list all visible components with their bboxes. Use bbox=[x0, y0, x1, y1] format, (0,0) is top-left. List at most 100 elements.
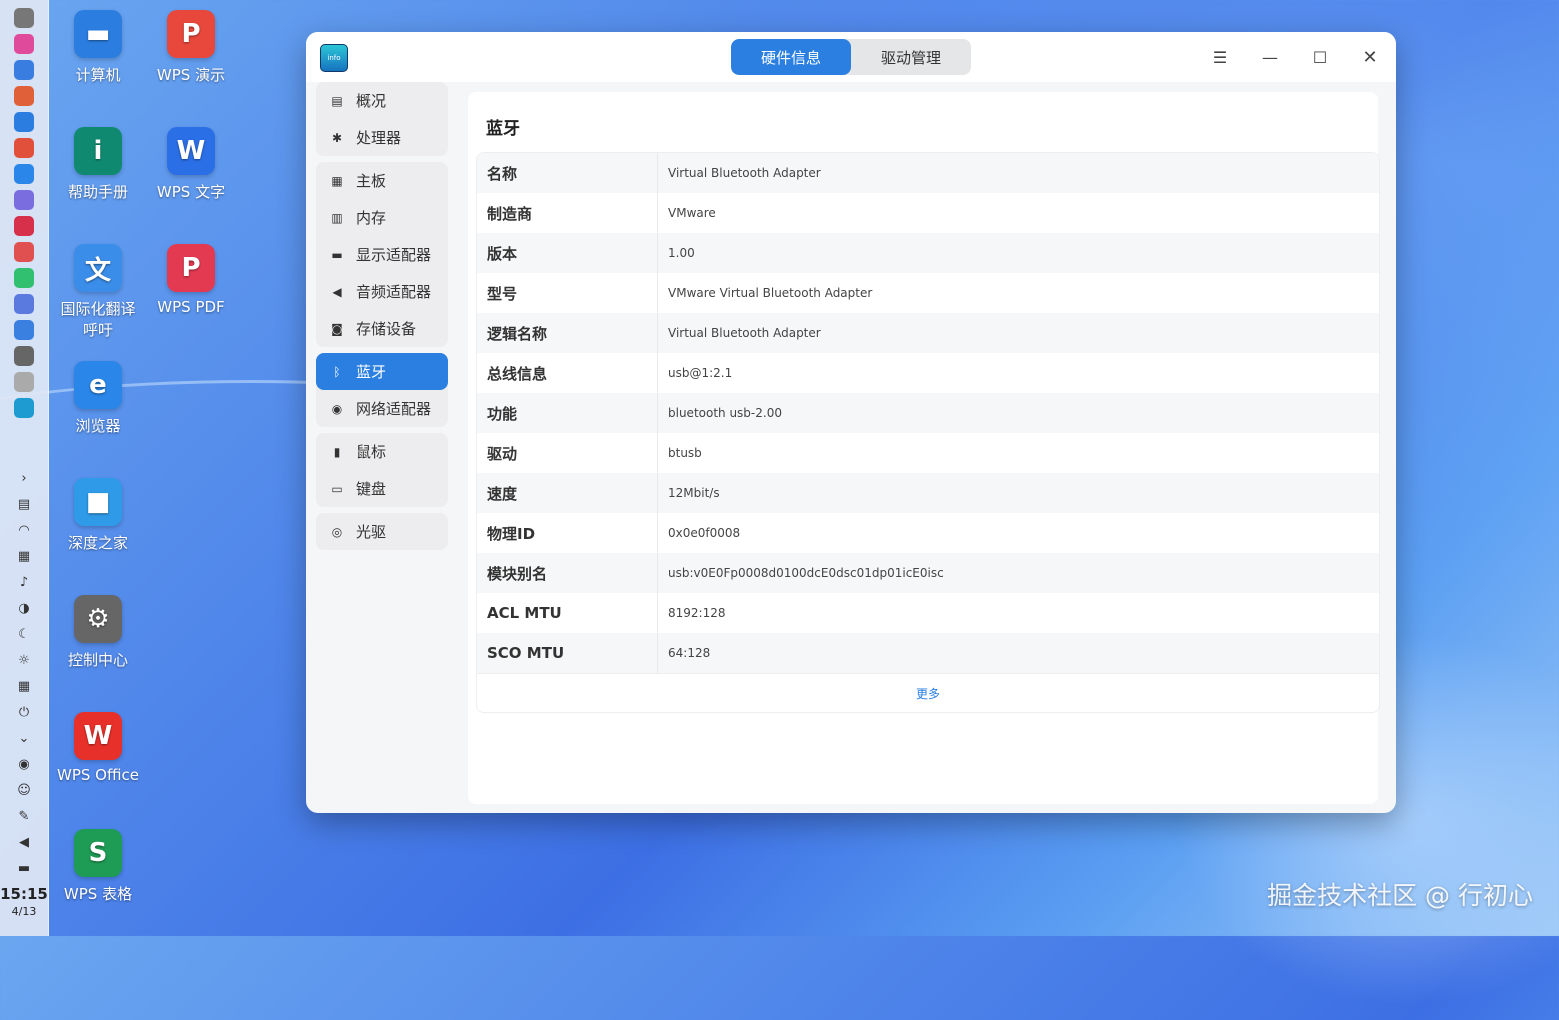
volume-icon[interactable]: ◀ bbox=[14, 832, 34, 852]
desktop-icon-label: WPS 表格 bbox=[63, 885, 133, 903]
sidebar-item-icon: ▮ bbox=[333, 444, 341, 459]
desktop-icon[interactable]: P WPS PDF bbox=[143, 244, 239, 316]
desktop-icon-label: 浏览器 bbox=[75, 417, 121, 435]
calendar-icon[interactable] bbox=[14, 242, 34, 262]
row-value: usb@1:2.1 bbox=[668, 366, 733, 380]
desktop-icon-label: 深度之家 bbox=[67, 534, 128, 552]
sidebar-item[interactable]: ✱ 处理器 bbox=[316, 119, 448, 156]
app-icon: info bbox=[320, 44, 348, 72]
browser-icon[interactable] bbox=[14, 164, 34, 184]
desktop-icon[interactable]: i 帮助手册 bbox=[50, 127, 146, 202]
music-player-icon[interactable] bbox=[14, 268, 34, 288]
appstore-icon[interactable] bbox=[14, 86, 34, 106]
sidebar-item-label: 蓝牙 bbox=[356, 363, 387, 381]
minimize-icon[interactable]: — bbox=[1258, 45, 1282, 69]
info-table: 名称 Virtual Bluetooth Adapter 制造商 VMware 版本 1.… bbox=[476, 152, 1380, 713]
desktop-icon-label: 国际化翻译 呼吁 bbox=[60, 300, 136, 339]
menu-icon[interactable]: ☰ bbox=[1208, 45, 1232, 69]
sidebar: ▤ 概况 ✱ 处理器 ▦ 主板 ▥ 内存 ▬ 显示适配器 ◀ 音频适配器 ◙ 存储设备 ᛒ 蓝牙 ◉ 网络适配器 ▮… bbox=[316, 82, 448, 556]
sidebar-item[interactable]: ▦ 主板 bbox=[316, 162, 448, 199]
table-row: 名称 Virtual Bluetooth Adapter bbox=[477, 153, 1379, 193]
row-key: 逻辑名称 bbox=[477, 313, 658, 353]
mail-icon[interactable] bbox=[14, 190, 34, 210]
table-row: 型号 VMware Virtual Bluetooth Adapter bbox=[477, 273, 1379, 313]
desktop-icon[interactable]: P WPS 演示 bbox=[143, 10, 239, 85]
table-row: 版本 1.00 bbox=[477, 233, 1379, 273]
sidebar-item-icon: ◙ bbox=[331, 321, 343, 336]
settings-icon[interactable] bbox=[14, 346, 34, 366]
desktop-icon[interactable]: ▬ 计算机 bbox=[50, 10, 146, 85]
row-key: SCO MTU bbox=[477, 633, 658, 673]
search-icon[interactable] bbox=[14, 60, 34, 80]
keyboard-icon[interactable]: ▦ bbox=[14, 546, 34, 566]
terminal-icon[interactable] bbox=[14, 216, 34, 236]
sidebar-item[interactable]: ▬ 显示适配器 bbox=[316, 236, 448, 273]
notes-icon[interactable]: ▤ bbox=[14, 494, 34, 514]
brightness-icon[interactable]: ☼ bbox=[14, 650, 34, 670]
desktop-icon[interactable]: W WPS Office bbox=[50, 712, 146, 784]
desktop-icon[interactable]: S WPS 表格 bbox=[50, 829, 146, 904]
sidebar-item-icon: ◉ bbox=[331, 401, 343, 416]
titlebar: info 硬件信息 驱动管理 ☰ — ☐ ✕ bbox=[306, 32, 1396, 82]
usb-icon[interactable] bbox=[14, 372, 34, 392]
sidebar-item[interactable]: ◙ 存储设备 bbox=[316, 310, 448, 347]
pen-icon[interactable]: ✎ bbox=[14, 806, 34, 826]
sidebar-item-label: 存储设备 bbox=[356, 320, 417, 338]
moon-icon[interactable]: ☾ bbox=[14, 624, 34, 644]
desktop-icon-label: 控制中心 bbox=[67, 651, 128, 669]
download-icon[interactable]: ⌄ bbox=[14, 728, 34, 748]
table-row: 制造商 VMware bbox=[477, 193, 1379, 233]
toggle-icon[interactable]: ▬ bbox=[14, 858, 34, 878]
chevron-right-icon[interactable]: › bbox=[14, 468, 34, 488]
tab-bar: 硬件信息 驱动管理 bbox=[731, 39, 971, 75]
watermark: 掘金技术社区 @ 行初心 bbox=[1267, 881, 1533, 910]
desktop-icon[interactable]: 文国际化翻译 呼吁 bbox=[50, 244, 146, 340]
record-icon[interactable]: ◉ bbox=[14, 754, 34, 774]
desktop-icon[interactable]: ■ 深度之家 bbox=[50, 478, 146, 553]
desktop-icon[interactable]: e 浏览器 bbox=[50, 361, 146, 436]
desktop-icon-label: WPS 演示 bbox=[156, 66, 226, 84]
sidebar-item[interactable]: ᛒ 蓝牙 bbox=[316, 353, 448, 390]
desktop-icon-image: i bbox=[74, 127, 122, 175]
wifi-icon[interactable]: ◠ bbox=[14, 520, 34, 540]
sidebar-item[interactable]: ◉ 网络适配器 bbox=[316, 390, 448, 427]
sidebar-item[interactable]: ▮ 鼠标 bbox=[316, 433, 448, 470]
music-icon[interactable] bbox=[14, 34, 34, 54]
files-icon[interactable] bbox=[14, 112, 34, 132]
row-value: 0x0e0f0008 bbox=[668, 526, 741, 540]
desktop-icon-image: W bbox=[74, 712, 122, 760]
launcher-icon[interactable] bbox=[14, 8, 34, 28]
store-icon[interactable] bbox=[14, 138, 34, 158]
desktop-icon-label: 帮助手册 bbox=[67, 183, 128, 201]
sidebar-item[interactable]: ▥ 内存 bbox=[316, 199, 448, 236]
more-button[interactable]: 更多 bbox=[477, 673, 1379, 712]
window-icon[interactable] bbox=[14, 320, 34, 340]
power-icon[interactable]: ⏻ bbox=[14, 702, 34, 722]
close-icon[interactable]: ✕ bbox=[1358, 45, 1382, 69]
keyboard-layout-icon[interactable]: ▦ bbox=[14, 676, 34, 696]
sidebar-item[interactable]: ▤ 概况 bbox=[316, 82, 448, 119]
sidebar-item[interactable]: ▭ 键盘 bbox=[316, 470, 448, 507]
sidebar-item-icon: ◎ bbox=[331, 524, 343, 539]
row-value: bluetooth usb-2.00 bbox=[668, 406, 782, 420]
maximize-icon[interactable]: ☐ bbox=[1308, 45, 1332, 69]
sidebar-item-icon: ᛒ bbox=[333, 364, 341, 379]
tab-hardware-info[interactable]: 硬件信息 bbox=[731, 39, 851, 75]
dock-time[interactable]: 15:15 bbox=[0, 885, 48, 903]
desktop-icon-image: ▬ bbox=[74, 10, 122, 58]
desktop-icon[interactable]: ⚙ 控制中心 bbox=[50, 595, 146, 670]
theme-icon[interactable]: ◑ bbox=[14, 598, 34, 618]
chat-icon[interactable] bbox=[14, 294, 34, 314]
row-value: Virtual Bluetooth Adapter bbox=[668, 326, 821, 340]
sidebar-item-icon: ▦ bbox=[331, 173, 343, 188]
desktop-icon-image: ⚙ bbox=[74, 595, 122, 643]
sidebar-item[interactable]: ◎ 光驱 bbox=[316, 513, 448, 550]
sidebar-item-label: 网络适配器 bbox=[356, 400, 432, 418]
desktop-icon[interactable]: W WPS 文字 bbox=[143, 127, 239, 202]
row-key: 物理ID bbox=[477, 513, 658, 553]
screenshot-icon[interactable]: ☺ bbox=[14, 780, 34, 800]
device-manager-icon[interactable] bbox=[14, 398, 34, 418]
tab-driver-management[interactable]: 驱动管理 bbox=[851, 39, 971, 75]
notification-icon[interactable]: ♪ bbox=[14, 572, 34, 592]
sidebar-item[interactable]: ◀ 音频适配器 bbox=[316, 273, 448, 310]
